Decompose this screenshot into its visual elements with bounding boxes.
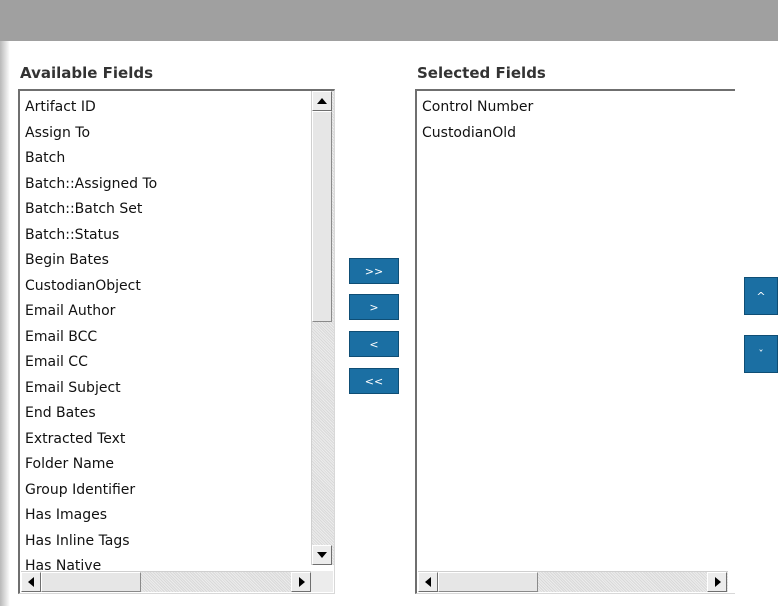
move-down-button[interactable]: ˇ bbox=[744, 335, 778, 373]
list-item[interactable]: Folder Name bbox=[25, 452, 157, 478]
panel-shadow bbox=[0, 41, 10, 606]
available-vertical-scrollbar[interactable] bbox=[311, 91, 334, 565]
scroll-left-button[interactable] bbox=[21, 572, 41, 592]
arrow-left-icon bbox=[425, 577, 431, 587]
list-item[interactable]: CustodianOld bbox=[422, 121, 533, 147]
list-item[interactable]: Batch::Batch Set bbox=[25, 197, 157, 223]
available-fields-heading: Available Fields bbox=[20, 64, 154, 82]
remove-button[interactable]: < bbox=[349, 331, 399, 357]
list-item[interactable]: Control Number bbox=[422, 95, 533, 121]
available-fields-list[interactable]: Artifact ID Assign To Batch Batch::Assig… bbox=[18, 89, 335, 594]
field-picker-panel: Available Fields Selected Fields Artifac… bbox=[0, 0, 778, 606]
list-item[interactable]: Has Images bbox=[25, 503, 157, 529]
selected-fields-list[interactable]: Control Number CustodianOld bbox=[415, 89, 735, 594]
list-item[interactable]: Has Inline Tags bbox=[25, 529, 157, 555]
list-item[interactable]: Batch::Assigned To bbox=[25, 172, 157, 198]
scroll-left-button[interactable] bbox=[418, 572, 438, 592]
list-item[interactable]: End Bates bbox=[25, 401, 157, 427]
arrow-right-icon bbox=[715, 577, 721, 587]
arrow-down-icon bbox=[317, 552, 327, 558]
list-item[interactable]: Begin Bates bbox=[25, 248, 157, 274]
arrow-right-icon bbox=[299, 577, 305, 587]
list-item[interactable]: Extracted Text bbox=[25, 427, 157, 453]
list-item[interactable]: Artifact ID bbox=[25, 95, 157, 121]
scroll-up-button[interactable] bbox=[312, 91, 332, 111]
remove-all-button[interactable]: << bbox=[349, 368, 399, 394]
scrollbar-corner bbox=[311, 571, 333, 592]
scroll-right-button[interactable] bbox=[707, 572, 727, 592]
available-items: Artifact ID Assign To Batch Batch::Assig… bbox=[25, 95, 157, 580]
list-item[interactable]: Assign To bbox=[25, 121, 157, 147]
list-item[interactable]: CustodianObject bbox=[25, 274, 157, 300]
selected-items: Control Number CustodianOld bbox=[422, 95, 533, 146]
add-button[interactable]: > bbox=[349, 294, 399, 320]
list-item[interactable]: Email CC bbox=[25, 350, 157, 376]
list-item[interactable]: Email Author bbox=[25, 299, 157, 325]
available-horizontal-scrollbar[interactable] bbox=[21, 571, 311, 592]
add-all-button[interactable]: >> bbox=[349, 258, 399, 284]
list-item[interactable]: Group Identifier bbox=[25, 478, 157, 504]
arrow-left-icon bbox=[28, 577, 34, 587]
list-item[interactable]: Batch::Status bbox=[25, 223, 157, 249]
selected-horizontal-scrollbar[interactable] bbox=[418, 571, 728, 592]
scroll-down-button[interactable] bbox=[312, 545, 332, 565]
selected-fields-heading: Selected Fields bbox=[417, 64, 546, 82]
list-item[interactable]: Email BCC bbox=[25, 325, 157, 351]
arrow-up-icon bbox=[317, 98, 327, 104]
move-up-button[interactable]: ^ bbox=[744, 277, 778, 315]
list-item[interactable]: Email Subject bbox=[25, 376, 157, 402]
scroll-thumb[interactable] bbox=[312, 111, 332, 322]
header-bar bbox=[0, 0, 778, 41]
scroll-right-button[interactable] bbox=[291, 572, 311, 592]
scroll-thumb[interactable] bbox=[438, 572, 538, 592]
scroll-thumb[interactable] bbox=[41, 572, 141, 592]
list-item[interactable]: Batch bbox=[25, 146, 157, 172]
